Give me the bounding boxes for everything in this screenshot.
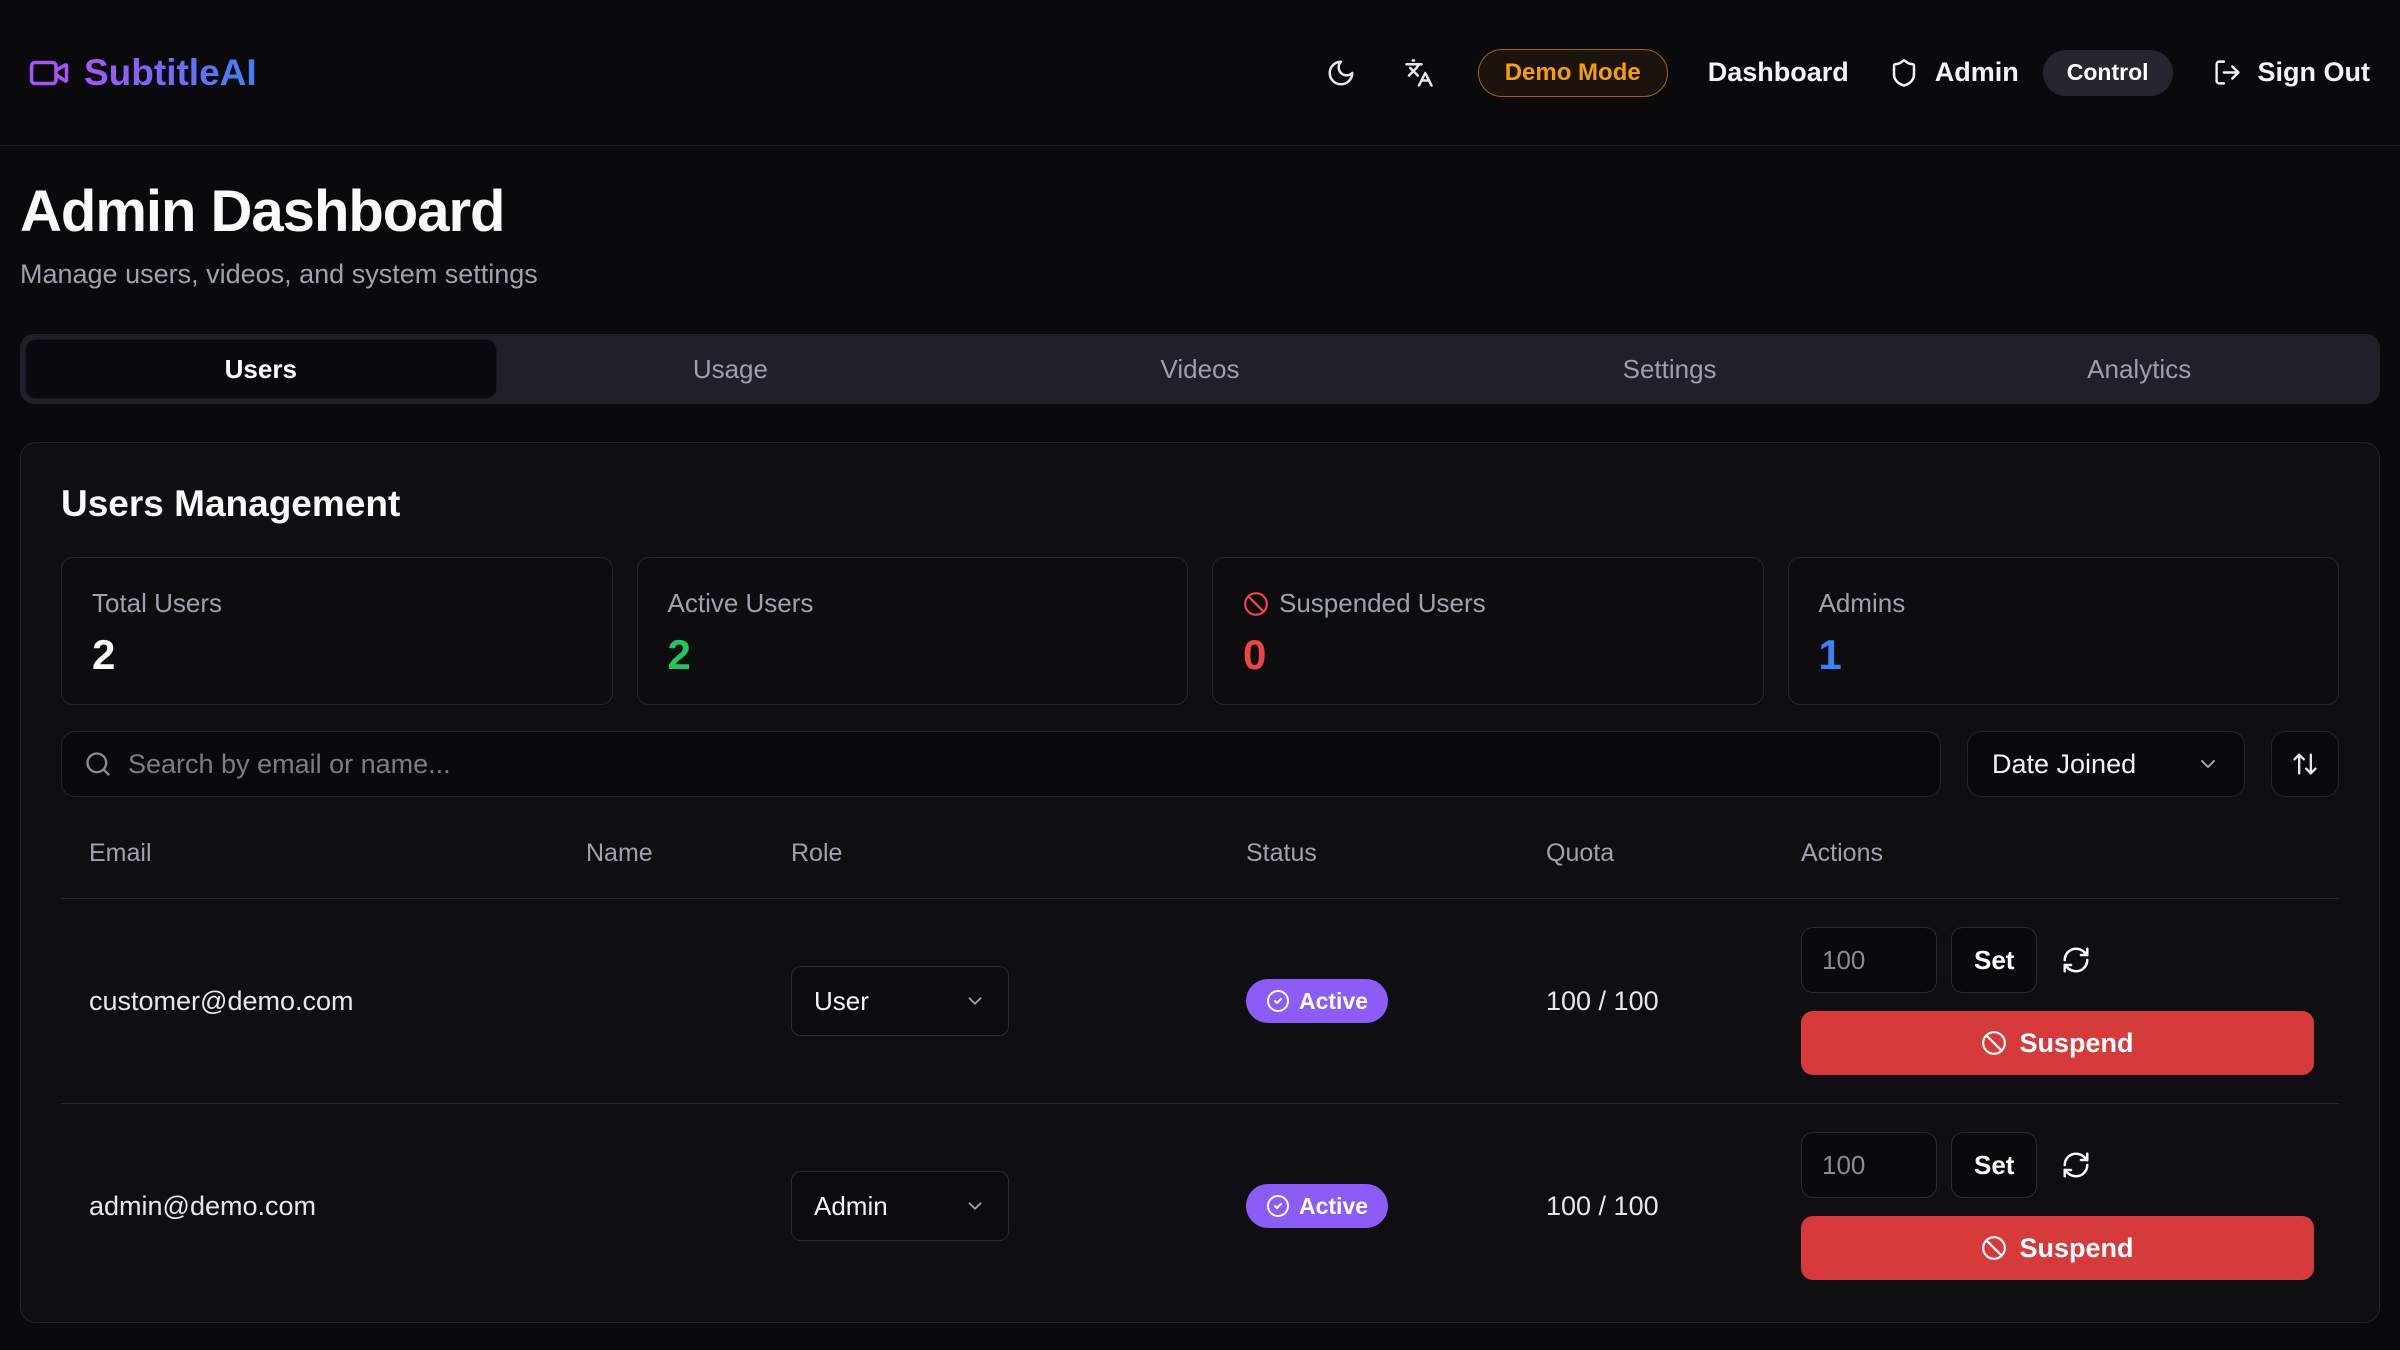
table-row: customer@demo.com User Ac <box>61 899 2339 1104</box>
nav-dashboard-link[interactable]: Dashboard <box>1708 57 1849 88</box>
stat-card-admins: Admins 1 <box>1788 557 2340 705</box>
table-header-row: Email Name Role Status Quota Actions <box>61 839 2339 899</box>
role-value: User <box>814 986 869 1017</box>
sort-direction-button[interactable] <box>2271 731 2339 797</box>
ban-icon <box>1981 1235 2007 1261</box>
stat-label: Active Users <box>668 588 1158 619</box>
user-quota: 100 / 100 <box>1546 1191 1801 1222</box>
search-icon <box>84 750 112 778</box>
table-row: admin@demo.com Admin Acti <box>61 1104 2339 1308</box>
stat-card-suspended-users: Suspended Users 0 <box>1212 557 1764 705</box>
demo-mode-badge: Demo Mode <box>1478 49 1668 97</box>
brand[interactable]: SubtitleAI <box>28 52 257 94</box>
stat-label: Admins <box>1819 588 2309 619</box>
user-email: customer@demo.com <box>61 986 586 1017</box>
logout-icon <box>2213 58 2242 87</box>
user-email: admin@demo.com <box>61 1191 586 1222</box>
shield-icon <box>1889 58 1919 88</box>
sort-field-dropdown[interactable]: Date Joined <box>1967 731 2245 797</box>
header-nav: Demo Mode Dashboard Admin Control Sign O… <box>1322 49 2370 97</box>
stat-card-total-users: Total Users 2 <box>61 557 613 705</box>
stat-card-active-users: Active Users 2 <box>637 557 1189 705</box>
column-header-status: Status <box>1246 839 1546 868</box>
suspend-label: Suspend <box>2019 1028 2133 1059</box>
tab-users[interactable]: Users <box>26 340 496 398</box>
tab-videos[interactable]: Videos <box>965 340 1435 398</box>
language-button[interactable] <box>1400 54 1438 92</box>
page-title: Admin Dashboard <box>20 178 2380 245</box>
tab-settings[interactable]: Settings <box>1435 340 1905 398</box>
arrow-up-down-icon <box>2291 750 2319 778</box>
refresh-icon <box>2061 1150 2091 1180</box>
column-header-role: Role <box>791 839 1246 868</box>
users-management-panel: Users Management Total Users 2 Active Us… <box>20 442 2380 1323</box>
column-header-email: Email <box>61 839 586 868</box>
status-badge: Active <box>1246 1184 1388 1228</box>
stat-value: 1 <box>1819 631 2309 679</box>
page-subtitle: Manage users, videos, and system setting… <box>20 259 2380 290</box>
theme-toggle-button[interactable] <box>1322 54 1360 92</box>
sign-out-button[interactable]: Sign Out <box>2213 57 2370 88</box>
refresh-icon <box>2061 945 2091 975</box>
stat-value: 0 <box>1243 631 1733 679</box>
set-quota-button[interactable]: Set <box>1951 1132 2037 1198</box>
stat-label: Total Users <box>92 588 582 619</box>
tab-bar: Users Usage Videos Settings Analytics <box>20 334 2380 404</box>
admin-role-indicator: Admin Control <box>1889 50 2173 96</box>
search-input[interactable] <box>128 749 1918 780</box>
role-select[interactable]: User <box>791 966 1009 1036</box>
quota-input[interactable] <box>1801 927 1937 993</box>
sign-out-label: Sign Out <box>2258 57 2370 88</box>
chevron-down-icon <box>964 990 986 1012</box>
column-header-name: Name <box>586 839 791 868</box>
role-value: Admin <box>814 1191 888 1222</box>
stat-label: Suspended Users <box>1279 588 1486 619</box>
actions-cell: Set Suspend <box>1801 927 2339 1075</box>
user-quota: 100 / 100 <box>1546 986 1801 1017</box>
ban-icon <box>1243 591 1269 617</box>
video-camera-icon <box>28 52 70 94</box>
languages-icon <box>1404 58 1434 88</box>
circle-check-icon <box>1266 1194 1290 1218</box>
status-badge: Active <box>1246 979 1388 1023</box>
chevron-down-icon <box>964 1195 986 1217</box>
moon-icon <box>1326 58 1356 88</box>
stat-value: 2 <box>668 631 1158 679</box>
suspend-button[interactable]: Suspend <box>1801 1216 2314 1280</box>
refresh-quota-button[interactable] <box>2055 1144 2097 1186</box>
filter-row: Date Joined <box>61 731 2339 797</box>
status-label: Active <box>1299 988 1368 1015</box>
sort-field-value: Date Joined <box>1992 749 2136 780</box>
search-box <box>61 731 1941 797</box>
app-header: SubtitleAI Demo Mode Dashboard <box>0 0 2400 146</box>
tab-analytics[interactable]: Analytics <box>1904 340 2374 398</box>
users-table: Email Name Role Status Quota Actions cus… <box>61 839 2339 1308</box>
set-quota-button[interactable]: Set <box>1951 927 2037 993</box>
panel-title: Users Management <box>61 483 2339 525</box>
circle-check-icon <box>1266 989 1290 1013</box>
suspend-label: Suspend <box>2019 1233 2133 1264</box>
stats-row: Total Users 2 Active Users 2 Suspended U… <box>61 557 2339 705</box>
quota-input[interactable] <box>1801 1132 1937 1198</box>
main-content: Admin Dashboard Manage users, videos, an… <box>0 178 2400 1323</box>
brand-name: SubtitleAI <box>84 52 257 94</box>
role-select[interactable]: Admin <box>791 1171 1009 1241</box>
actions-cell: Set Suspend <box>1801 1132 2339 1280</box>
ban-icon <box>1981 1030 2007 1056</box>
column-header-quota: Quota <box>1546 839 1801 868</box>
tab-usage[interactable]: Usage <box>496 340 966 398</box>
chevron-down-icon <box>2196 752 2220 776</box>
stat-value: 2 <box>92 631 582 679</box>
control-badge: Control <box>2043 50 2173 96</box>
suspend-button[interactable]: Suspend <box>1801 1011 2314 1075</box>
refresh-quota-button[interactable] <box>2055 939 2097 981</box>
admin-label: Admin <box>1935 57 2019 88</box>
column-header-actions: Actions <box>1801 839 2339 868</box>
status-label: Active <box>1299 1193 1368 1220</box>
